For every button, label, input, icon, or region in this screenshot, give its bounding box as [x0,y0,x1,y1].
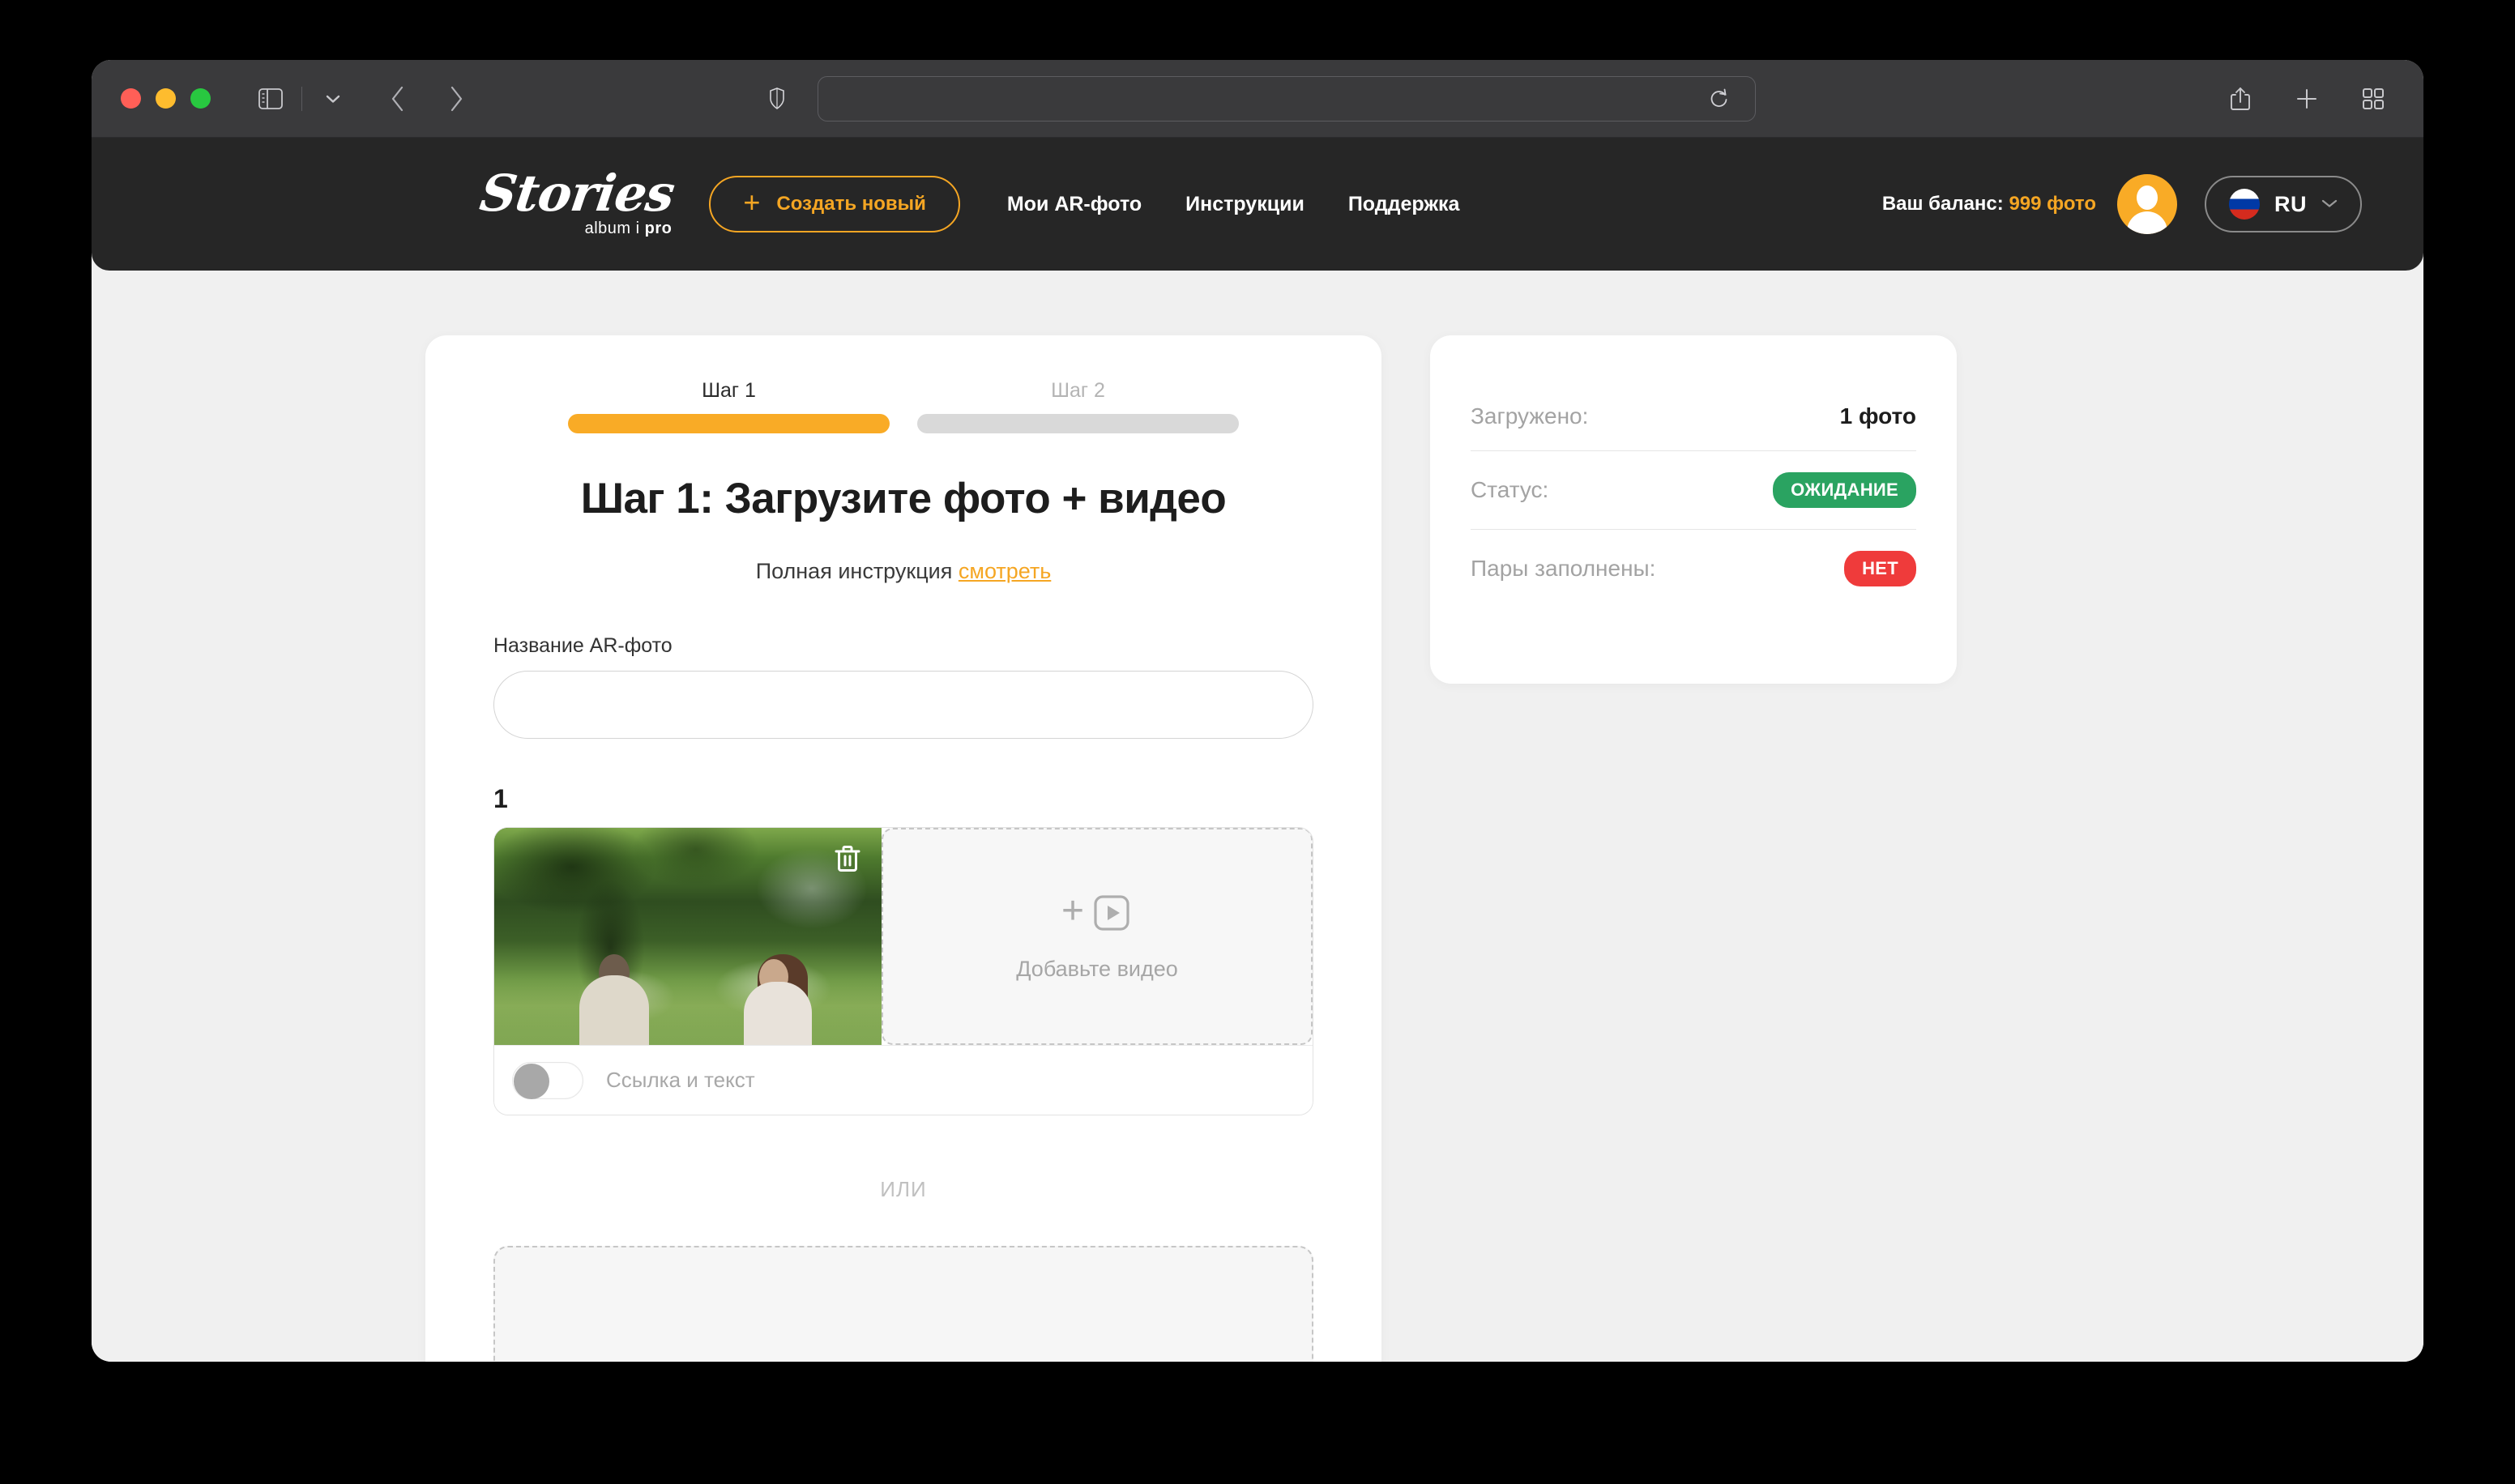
media-pair-row: + Добавьте видео Ссылка и текст [493,827,1313,1115]
back-button[interactable] [380,81,416,117]
navigation-arrows [380,81,474,117]
page-title: Шаг 1: Загрузите фото + видео [580,475,1227,522]
photo-person-1-body [579,975,650,1045]
step-1[interactable]: Шаг 1 [568,379,890,433]
page-body: Шаг 1 Шаг 2 Шаг 1: Загрузите фото + виде… [92,271,2423,1362]
step-1-label: Шаг 1 [702,379,756,402]
main-navigation: Мои AR-фото Инструкции Поддержка [1007,193,1460,216]
share-icon[interactable] [2223,81,2258,117]
link-and-text-label: Ссылка и текст [606,1068,755,1092]
nav-item-instructions[interactable]: Инструкции [1185,193,1304,216]
or-divider: ИЛИ [880,1177,927,1201]
avatar[interactable] [2117,174,2177,234]
plus-icon: + [743,186,761,219]
create-new-button[interactable]: + Создать новый [709,176,960,232]
forward-button[interactable] [438,81,474,117]
minimize-window-button[interactable] [156,88,176,109]
step-2[interactable]: Шаг 2 [917,379,1239,433]
link-and-text-toggle[interactable] [512,1061,583,1099]
flag-ru-icon [2229,189,2260,220]
brand-name: Stories [476,164,678,224]
status-key-pairs: Пары заполнены: [1471,556,1656,581]
add-video-dropzone[interactable]: + Добавьте видео [882,828,1313,1045]
status-row-status: Статус: ОЖИДАНИЕ [1471,450,1916,529]
plus-icon: + [1061,889,1085,932]
status-row-pairs: Пары заполнены: НЕТ [1471,529,1916,608]
photo-subjects [494,949,882,1045]
link-and-text-row: Ссылка и текст [494,1045,1313,1115]
new-tab-icon[interactable] [2289,81,2325,117]
balance-label: Ваш баланс: [1881,193,2004,215]
instruction-link[interactable]: смотреть [959,559,1051,583]
add-video-label: Добавьте видео [1016,956,1178,981]
step-2-label: Шаг 2 [1051,379,1105,402]
reload-icon[interactable] [1702,81,1737,117]
bulk-upload-dropzone[interactable] [493,1246,1313,1362]
media-pair-slots: + Добавьте видео [494,828,1313,1045]
close-window-button[interactable] [121,88,141,109]
chevron-down-icon [2321,198,2338,211]
shield-icon[interactable] [759,81,795,117]
status-card: Загружено: 1 фото Статус: ОЖИДАНИЕ Пары … [1430,335,1957,684]
nav-item-my-ar-photos[interactable]: Мои AR-фото [1007,193,1142,216]
nav-item-support[interactable]: Поддержка [1348,193,1460,216]
toolbar-divider [301,86,302,111]
instruction-line: Полная инструкция смотреть [493,559,1313,584]
toggle-knob [514,1063,549,1099]
browser-toolbar-right [2223,81,2391,117]
step-1-bar [568,414,890,433]
ar-photo-name-label: Название AR-фото [493,634,673,657]
create-new-button-label: Создать новый [776,193,926,215]
chevron-down-icon[interactable] [315,81,351,117]
address-input[interactable] [818,75,1756,122]
ar-photo-name-input[interactable] [493,671,1313,739]
status-key-status: Статус: [1471,477,1549,502]
status-value-uploaded: 1 фото [1839,403,1916,429]
language-code: RU [2274,191,2307,216]
address-bar-area [759,75,1756,122]
browser-window: Stories album i pro + Создать новый Мои … [92,60,2423,1362]
trash-icon[interactable] [831,842,864,875]
header-right-group: Ваш баланс: 999 фото RU [1882,174,2362,234]
browser-toolbar [92,60,2423,138]
pair-index-label: 1 [493,784,508,813]
maximize-window-button[interactable] [190,88,211,109]
pairs-filled-badge: НЕТ [1844,551,1916,586]
content-row: Шаг 1 Шаг 2 Шаг 1: Загрузите фото + виде… [425,335,1957,1362]
sidebar-icon[interactable] [253,81,288,117]
tab-overview-icon[interactable] [2355,81,2391,117]
step-2-bar [917,414,1239,433]
balance-display: Ваш баланс: 999 фото [1882,193,2096,215]
brand-logo[interactable]: Stories album i pro [476,164,678,238]
status-row-uploaded: Загружено: 1 фото [1471,382,1916,450]
add-video-icon: + [1061,889,1133,934]
instruction-text: Полная инструкция [755,559,959,583]
sidebar-controls [253,81,351,117]
upload-card: Шаг 1 Шаг 2 Шаг 1: Загрузите фото + виде… [425,335,1381,1362]
photo-person-2-body [743,982,812,1045]
site-header: Stories album i pro + Создать новый Мои … [92,138,2423,271]
language-selector[interactable]: RU [2205,176,2362,232]
status-badge: ОЖИДАНИЕ [1773,472,1916,508]
status-key-uploaded: Загружено: [1471,403,1589,429]
balance-value: 999 фото [2009,193,2096,215]
traffic-lights [121,88,211,109]
photo-slot[interactable] [494,828,882,1045]
step-indicator: Шаг 1 Шаг 2 [493,379,1313,433]
